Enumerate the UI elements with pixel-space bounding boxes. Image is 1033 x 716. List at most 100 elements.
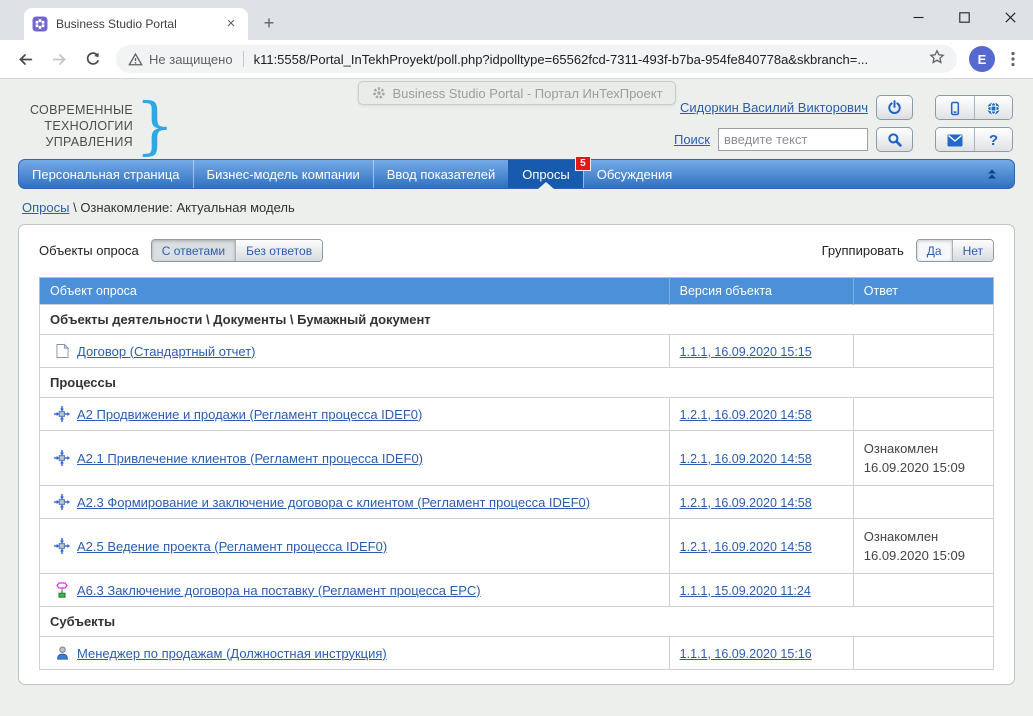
browser-menu-icon[interactable] (1001, 51, 1025, 67)
nav-tabs: Персональная страница Бизнес-модель компа… (19, 160, 685, 188)
address-bar[interactable]: Не защищено k11:5558/Portal_InTekhProyek… (116, 45, 957, 73)
envelope-icon (947, 133, 963, 149)
version-link[interactable]: 1.2.1, 16.09.2020 14:58 (680, 452, 812, 466)
nav-tab-1[interactable]: Бизнес-модель компании (193, 160, 373, 188)
answer-cell (853, 574, 993, 607)
group-no-button[interactable]: Нет (952, 240, 993, 261)
nav-tab-2[interactable]: Ввод показателей (373, 160, 509, 188)
table-row: А2 Продвижение и продажи (Регламент проц… (40, 398, 994, 431)
answer-cell: Ознакомлен16.09.2020 15:09 (853, 519, 993, 574)
tab-close-icon[interactable]: × (222, 15, 240, 33)
maximize-button[interactable] (941, 0, 987, 34)
version-link[interactable]: 1.1.1, 16.09.2020 15:15 (680, 345, 812, 359)
version-cell: 1.1.1, 15.09.2020 11:24 (669, 574, 853, 607)
search-icon (887, 132, 903, 148)
logo-text: СОВРЕМЕННЫЕ ТЕХНОЛОГИИ УПРАВЛЕНИЯ (30, 102, 133, 150)
logo-brace: } (135, 97, 174, 155)
minimize-button[interactable] (895, 0, 941, 34)
browser-titlebar: Business Studio Portal × + (0, 0, 1033, 40)
group-yes-button[interactable]: Да (917, 240, 952, 261)
reload-icon[interactable] (79, 45, 107, 73)
group-label: Объекты деятельности \ Документы \ Бумаж… (40, 305, 994, 335)
object-link[interactable]: А2.3 Формирование и заключение договора … (77, 495, 590, 510)
portal-page: Business Studio Portal - Портал ИнТехПро… (0, 79, 1033, 715)
forward-icon[interactable] (45, 45, 73, 73)
grouping-toggle: Да Нет (916, 239, 994, 262)
version-cell: 1.1.1, 16.09.2020 15:16 (669, 637, 853, 670)
search-input[interactable] (718, 128, 868, 151)
group-row: Процессы (40, 368, 994, 398)
objects-filter-label: Объекты опроса (39, 243, 139, 258)
object-cell: Менеджер по продажам (Должностная инстру… (40, 637, 670, 670)
table-row: А2.1 Привлечение клиентов (Регламент про… (40, 431, 994, 486)
messages-button[interactable] (936, 128, 974, 152)
search-button[interactable] (876, 127, 913, 152)
object-link[interactable]: Менеджер по продажам (Должностная инстру… (77, 646, 387, 661)
object-link[interactable]: А2.1 Привлечение клиентов (Регламент про… (77, 451, 423, 466)
main-navigation: Персональная страница Бизнес-модель компа… (18, 159, 1015, 189)
object-cell: А2.1 Привлечение клиентов (Регламент про… (40, 431, 670, 486)
idef0-icon (54, 450, 70, 466)
version-link[interactable]: 1.2.1, 16.09.2020 14:58 (680, 496, 812, 510)
answer-line: Ознакомлен (864, 527, 983, 546)
table-header-row: Объект опроса Версия объекта Ответ (40, 278, 994, 305)
browser-tab[interactable]: Business Studio Portal × (24, 8, 248, 40)
object-cell: Договор (Стандартный отчет) (40, 335, 670, 368)
version-link[interactable]: 1.1.1, 15.09.2020 11:24 (680, 584, 811, 598)
group-label: Процессы (40, 368, 994, 398)
nav-tab-3[interactable]: Опросы5 (508, 160, 582, 188)
version-link[interactable]: 1.2.1, 16.09.2020 14:58 (680, 540, 812, 554)
version-link[interactable]: 1.1.1, 16.09.2020 15:16 (680, 647, 812, 661)
version-cell: 1.2.1, 16.09.2020 14:58 (669, 519, 853, 574)
filter-row: Объекты опроса С ответами Без ответов Гр… (39, 239, 994, 262)
unread-count-badge: 5 (575, 156, 591, 171)
help-button[interactable]: ? (974, 128, 1012, 152)
nav-tab-label: Бизнес-модель компании (207, 167, 360, 182)
version-link[interactable]: 1.2.1, 16.09.2020 14:58 (680, 408, 812, 422)
object-cell: А2.3 Формирование и заключение договора … (40, 486, 670, 519)
help-buttons: ? (935, 127, 1013, 152)
object-link[interactable]: А2 Продвижение и продажи (Регламент проц… (77, 407, 422, 422)
collapse-menu-button[interactable] (970, 160, 1014, 188)
breadcrumb: Опросы \ Ознакомление: Актуальная модель (0, 189, 1033, 224)
url-text[interactable]: k11:5558/Portal_InTekhProyekt/poll.php?i… (254, 52, 921, 67)
close-button[interactable] (987, 0, 1033, 34)
user-name-link[interactable]: Сидоркин Василий Викторович (680, 100, 868, 115)
poll-objects-table: Объект опроса Версия объекта Ответ Объек… (39, 277, 994, 670)
language-button[interactable] (974, 96, 1012, 120)
back-icon[interactable] (11, 45, 39, 73)
object-link[interactable]: А6.3 Заключение договора на поставку (Ре… (77, 583, 481, 598)
breadcrumb-current: Ознакомление: Актуальная модель (80, 200, 294, 215)
breadcrumb-polls-link[interactable]: Опросы (22, 200, 69, 215)
table-row: Договор (Стандартный отчет) 1.1.1, 16.09.… (40, 335, 994, 368)
power-icon (887, 100, 903, 116)
gear-icon (370, 85, 386, 101)
object-cell: А2 Продвижение и продажи (Регламент проц… (40, 398, 670, 431)
with-answers-button[interactable]: С ответами (152, 240, 235, 261)
nav-tab-0[interactable]: Персональная страница (19, 160, 193, 188)
answer-line: 16.09.2020 15:09 (864, 458, 983, 477)
search-link[interactable]: Поиск (674, 132, 710, 147)
nav-tab-4[interactable]: Обсуждения (583, 160, 686, 188)
idef0-icon (54, 538, 70, 554)
tab-title: Business Studio Portal (56, 17, 222, 31)
security-label: Не защищено (149, 52, 233, 67)
poll-card: Объекты опроса С ответами Без ответов Гр… (18, 224, 1015, 685)
version-cell: 1.2.1, 16.09.2020 14:58 (669, 431, 853, 486)
mobile-version-button[interactable] (936, 96, 974, 120)
security-chip[interactable]: Не защищено (128, 52, 233, 67)
omnibox-divider (243, 51, 244, 67)
chevron-double-up-icon (984, 166, 1000, 182)
bookmark-star-icon[interactable] (929, 49, 945, 70)
without-answers-button[interactable]: Без ответов (235, 240, 322, 261)
window-controls (895, 0, 1033, 34)
new-tab-button[interactable]: + (256, 11, 282, 37)
document-icon (54, 343, 70, 359)
group-label: Группировать (822, 243, 904, 258)
object-link[interactable]: Договор (Стандартный отчет) (77, 344, 256, 359)
epc-icon (54, 582, 70, 598)
object-link[interactable]: А2.5 Ведение проекта (Регламент процесса… (77, 539, 387, 554)
browser-profile-avatar[interactable]: E (969, 46, 995, 72)
logout-button[interactable] (876, 95, 913, 120)
nav-tab-label: Обсуждения (597, 167, 673, 182)
